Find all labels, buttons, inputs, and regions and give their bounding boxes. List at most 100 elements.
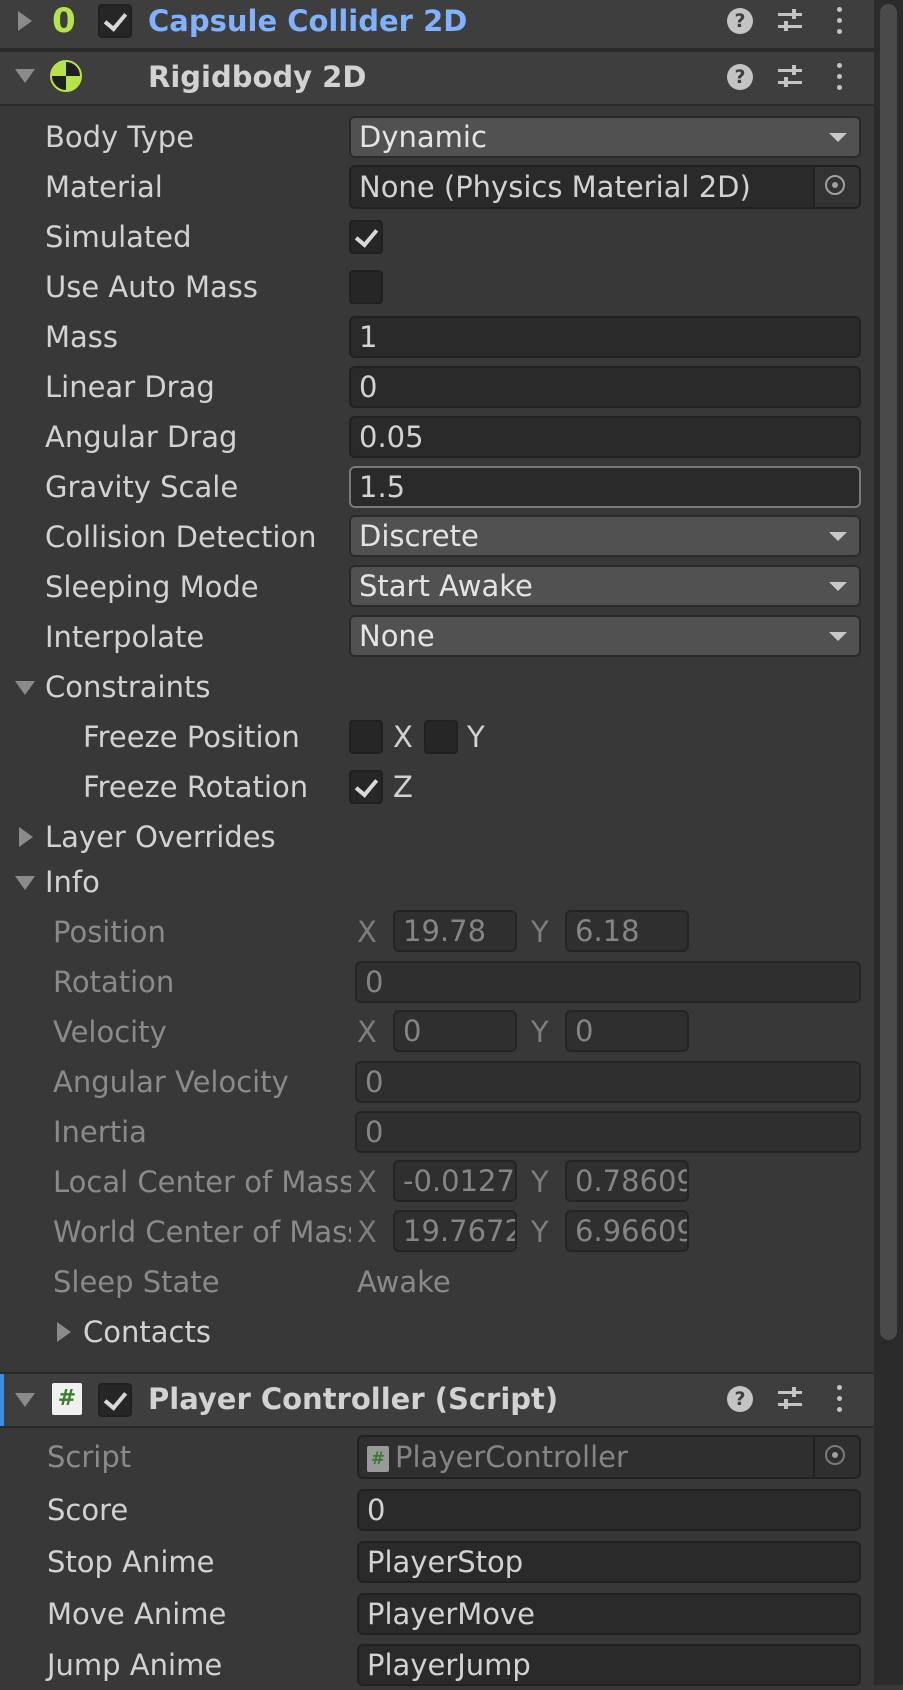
freeze-position-x-checkbox[interactable] (349, 720, 383, 754)
script-file-icon: # (367, 1446, 389, 1472)
local-com-x-field: -0.0127 (393, 1160, 517, 1202)
interpolate-value: None (359, 619, 435, 653)
freeze-position-y-label: Y (467, 720, 485, 754)
velocity-x-axis: X (357, 1015, 377, 1049)
sleeping-mode-label: Sleeping Mode (45, 570, 259, 604)
script-icon: # (52, 1383, 82, 1415)
presets-icon[interactable] (776, 1385, 804, 1413)
constraints-collapse-arrow-icon[interactable] (15, 681, 35, 695)
presets-icon[interactable] (776, 7, 804, 35)
angular-drag-input[interactable]: 0.05 (349, 416, 861, 458)
scrollbar-thumb[interactable] (880, 4, 897, 1340)
collapse-arrow-icon[interactable] (15, 69, 35, 83)
rigidbody-title: Rigidbody 2D (148, 60, 367, 94)
collapse-arrow-icon[interactable] (15, 1393, 35, 1407)
stop-anime-input[interactable]: PlayerStop (357, 1541, 861, 1583)
sleep-state-label: Sleep State (53, 1265, 220, 1299)
freeze-position-y-checkbox[interactable] (424, 720, 458, 754)
capsule-collider-title: Capsule Collider 2D (148, 4, 468, 38)
jump-anime-input[interactable]: PlayerJump (357, 1644, 861, 1686)
local-com-x-axis: X (357, 1165, 377, 1199)
freeze-position-x-label: X (393, 720, 413, 754)
material-field[interactable]: None (Physics Material 2D) (349, 165, 861, 209)
sleeping-mode-value: Start Awake (359, 569, 533, 603)
constraints-foldout[interactable]: Constraints (45, 662, 210, 712)
body-type-dropdown[interactable]: Dynamic (349, 116, 861, 158)
angular-velocity-field: 0 (355, 1061, 861, 1103)
move-anime-label: Move Anime (47, 1597, 227, 1631)
world-center-of-mass-label: World Center of Mass (53, 1215, 351, 1249)
player-controller-title: Player Controller (Script) (148, 1382, 559, 1416)
collision-detection-value: Discrete (359, 519, 479, 553)
world-com-x-axis: X (357, 1215, 377, 1249)
player-controller-enabled-checkbox[interactable] (98, 1383, 132, 1417)
angular-velocity-label: Angular Velocity (53, 1065, 289, 1099)
collider-badge-icon: 0 (52, 1, 76, 41)
chevron-down-icon (829, 532, 847, 541)
linear-drag-input[interactable]: 0 (349, 366, 861, 408)
info-foldout[interactable]: Info (45, 857, 100, 907)
contacts-foldout[interactable]: Contacts (83, 1307, 211, 1357)
capsule-collider-enabled-checkbox[interactable] (98, 4, 132, 38)
mass-input[interactable]: 1 (349, 316, 861, 358)
angular-drag-label: Angular Drag (45, 420, 238, 454)
material-label: Material (45, 170, 163, 204)
simulated-label: Simulated (45, 220, 192, 254)
info-collapse-arrow-icon[interactable] (15, 876, 35, 890)
position-y-field: 6.18 (565, 910, 689, 952)
presets-icon[interactable] (776, 63, 804, 91)
freeze-position-label: Freeze Position (83, 720, 300, 754)
move-anime-input[interactable]: PlayerMove (357, 1593, 861, 1635)
gravity-scale-input[interactable]: 1.5 (349, 466, 861, 508)
velocity-label: Velocity (53, 1015, 167, 1049)
inspector-scrollbar[interactable] (874, 0, 903, 1685)
body-type-value: Dynamic (359, 120, 487, 154)
position-y-axis: Y (531, 915, 549, 949)
velocity-x-field: 0 (393, 1010, 517, 1052)
more-options-icon[interactable] (837, 7, 843, 35)
interpolate-dropdown[interactable]: None (349, 615, 861, 657)
stop-anime-label: Stop Anime (47, 1545, 215, 1579)
player-controller-header[interactable]: # Player Controller (Script) ? (0, 1372, 874, 1428)
velocity-y-axis: Y (531, 1015, 549, 1049)
more-options-icon[interactable] (837, 63, 843, 91)
score-label: Score (47, 1493, 129, 1527)
freeze-rotation-label: Freeze Rotation (83, 770, 309, 804)
interpolate-label: Interpolate (45, 620, 205, 654)
local-center-of-mass-label: Local Center of Mass (53, 1165, 351, 1199)
freeze-rotation-z-checkbox[interactable] (349, 770, 383, 804)
collision-detection-dropdown[interactable]: Discrete (349, 515, 861, 557)
layer-overrides-foldout[interactable]: Layer Overrides (45, 812, 276, 862)
help-icon[interactable]: ? (727, 8, 753, 34)
selection-accent (0, 1374, 4, 1426)
expand-arrow-icon[interactable] (18, 11, 32, 31)
object-picker-icon[interactable] (813, 167, 859, 207)
rigidbody-header[interactable]: Rigidbody 2D ? (0, 50, 874, 106)
jump-anime-label: Jump Anime (47, 1648, 223, 1682)
local-com-y-field: 0.78609 (565, 1160, 689, 1202)
more-options-icon[interactable] (837, 1385, 843, 1413)
simulated-checkbox[interactable] (349, 220, 383, 254)
chevron-down-icon (829, 133, 847, 142)
world-com-y-field: 6.96609 (565, 1210, 689, 1252)
local-com-y-axis: Y (531, 1165, 549, 1199)
world-com-x-field: 19.7672 (393, 1210, 517, 1252)
score-input[interactable]: 0 (357, 1489, 861, 1531)
use-auto-mass-checkbox[interactable] (349, 270, 383, 304)
capsule-collider-header[interactable]: 0 Capsule Collider 2D ? (0, 0, 874, 50)
position-x-field: 19.78 (393, 910, 517, 952)
contacts-expand-arrow-icon[interactable] (57, 1322, 71, 1342)
sleeping-mode-dropdown[interactable]: Start Awake (349, 565, 861, 607)
mass-label: Mass (45, 320, 119, 354)
rigidbody-icon (50, 60, 82, 92)
script-label: Script (47, 1440, 132, 1474)
script-value: PlayerController (395, 1440, 628, 1474)
object-picker-icon[interactable] (813, 1437, 859, 1477)
help-icon[interactable]: ? (727, 1386, 753, 1412)
material-value: None (Physics Material 2D) (359, 170, 751, 204)
help-icon[interactable]: ? (727, 64, 753, 90)
position-x-axis: X (357, 915, 377, 949)
linear-drag-label: Linear Drag (45, 370, 215, 404)
use-auto-mass-label: Use Auto Mass (45, 270, 258, 304)
layer-overrides-expand-arrow-icon[interactable] (19, 827, 33, 847)
